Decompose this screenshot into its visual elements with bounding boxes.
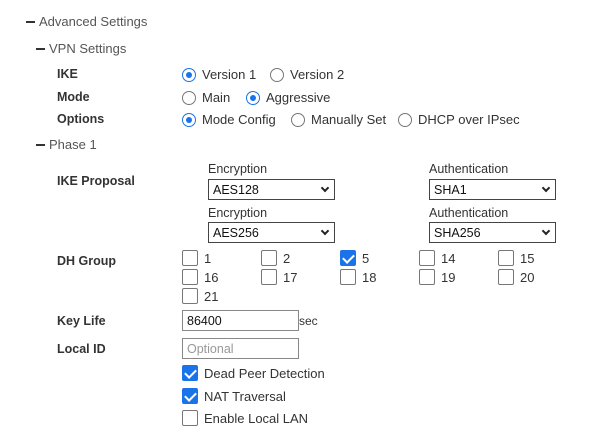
dead-peer-detection-checkbox[interactable]: Dead Peer Detection <box>182 365 325 381</box>
encryption-select-1[interactable]: AES128 <box>208 179 335 200</box>
encryption-select-2[interactable]: AES256 <box>208 222 335 243</box>
ike-version1-radio[interactable]: Version 1 <box>182 67 256 82</box>
checkbox-icon <box>182 288 198 304</box>
dh-group-18-checkbox[interactable]: 18 <box>340 269 376 285</box>
chevron-down-icon <box>320 183 330 193</box>
enable-local-lan-checkbox[interactable]: Enable Local LAN <box>182 410 308 426</box>
authentication-label: Authentication <box>429 162 509 176</box>
authentication-label: Authentication <box>429 206 509 220</box>
radio-icon <box>398 112 412 127</box>
radio-icon <box>182 67 196 82</box>
checkbox-icon <box>261 250 277 266</box>
collapse-icon <box>36 47 45 50</box>
options-label: Options <box>57 112 105 126</box>
checkbox-checked-icon <box>182 365 198 381</box>
local-id-input[interactable] <box>182 338 299 359</box>
dh-group-21-checkbox[interactable]: 21 <box>182 288 218 304</box>
key-life-input[interactable] <box>182 310 299 331</box>
encryption-label: Encryption <box>208 206 268 220</box>
phase1-header[interactable]: Phase 1 <box>36 137 97 152</box>
checkbox-icon <box>419 250 435 266</box>
dh-group-2-checkbox[interactable]: 2 <box>261 250 290 266</box>
advanced-settings-header[interactable]: Advanced Settings <box>26 14 147 29</box>
radio-icon <box>291 112 305 127</box>
dh-group-15-checkbox[interactable]: 15 <box>498 250 534 266</box>
authentication-select-2[interactable]: SHA256 <box>429 222 556 243</box>
vpn-settings-title: VPN Settings <box>49 41 127 56</box>
dh-group-14-checkbox[interactable]: 14 <box>419 250 455 266</box>
checkbox-icon <box>261 269 277 285</box>
radio-icon <box>270 67 284 82</box>
ike-label: IKE <box>57 67 78 81</box>
nat-traversal-checkbox[interactable]: NAT Traversal <box>182 388 286 404</box>
radio-icon <box>182 90 196 105</box>
dh-group-16-checkbox[interactable]: 16 <box>182 269 218 285</box>
mode-aggressive-radio[interactable]: Aggressive <box>246 90 330 105</box>
checkbox-icon <box>182 269 198 285</box>
key-life-unit: sec <box>299 314 318 328</box>
checkbox-checked-icon <box>182 388 198 404</box>
mode-label: Mode <box>57 90 90 104</box>
checkbox-icon <box>419 269 435 285</box>
advanced-settings-title: Advanced Settings <box>39 14 148 29</box>
dh-group-17-checkbox[interactable]: 17 <box>261 269 297 285</box>
encryption-label: Encryption <box>208 162 268 176</box>
dh-group-20-checkbox[interactable]: 20 <box>498 269 534 285</box>
collapse-icon <box>26 20 35 23</box>
local-id-label: Local ID <box>57 342 106 356</box>
collapse-icon <box>36 143 45 146</box>
vpn-settings-header[interactable]: VPN Settings <box>36 41 126 56</box>
phase1-title: Phase 1 <box>49 137 97 152</box>
radio-icon <box>246 90 260 105</box>
options-dhcp-over-ipsec-radio[interactable]: DHCP over IPsec <box>398 112 520 127</box>
ike-version2-radio[interactable]: Version 2 <box>270 67 344 82</box>
dh-group-label: DH Group <box>57 254 117 268</box>
key-life-label: Key Life <box>57 314 106 328</box>
options-mode-config-radio[interactable]: Mode Config <box>182 112 276 127</box>
chevron-down-icon <box>541 183 551 193</box>
dh-group-19-checkbox[interactable]: 19 <box>419 269 455 285</box>
dh-group-1-checkbox[interactable]: 1 <box>182 250 211 266</box>
chevron-down-icon <box>320 226 330 236</box>
mode-main-radio[interactable]: Main <box>182 90 230 105</box>
options-manually-set-radio[interactable]: Manually Set <box>291 112 386 127</box>
checkbox-icon <box>498 250 514 266</box>
checkbox-checked-icon <box>340 250 356 266</box>
dh-group-5-checkbox[interactable]: 5 <box>340 250 369 266</box>
checkbox-icon <box>498 269 514 285</box>
checkbox-icon <box>340 269 356 285</box>
chevron-down-icon <box>541 226 551 236</box>
checkbox-icon <box>182 250 198 266</box>
radio-icon <box>182 112 196 127</box>
ike-proposal-label: IKE Proposal <box>57 174 135 188</box>
checkbox-icon <box>182 410 198 426</box>
authentication-select-1[interactable]: SHA1 <box>429 179 556 200</box>
